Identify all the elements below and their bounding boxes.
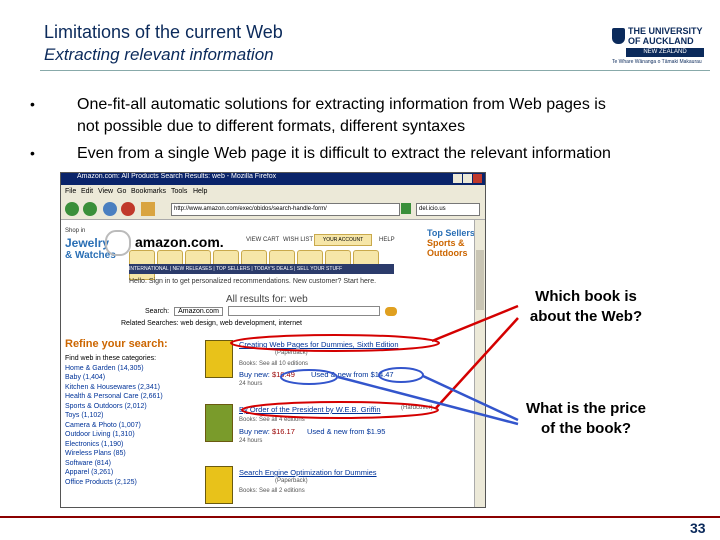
callout-which-book: Which book is about the Web? — [506, 287, 666, 327]
highlight-ellipse-title-2 — [241, 401, 439, 419]
red-arrow-2 — [435, 317, 519, 409]
blue-arrow-1 — [422, 374, 519, 422]
callout-2-line-2: of the book? — [541, 420, 631, 437]
footer-divider — [0, 516, 720, 518]
highlight-ellipse-price-1 — [280, 369, 338, 385]
page-number: 33 — [690, 520, 706, 536]
callout-2-line-1: What is the price — [525, 400, 647, 417]
callout-1-line-2: about the Web? — [529, 308, 643, 325]
annotation-overlay — [230, 304, 519, 426]
highlight-ellipse-title-1 — [230, 334, 440, 352]
callout-1-line-1: Which book is — [535, 288, 637, 305]
highlight-ellipse-price-2 — [378, 367, 424, 383]
callout-price: What is the price of the book? — [506, 399, 666, 439]
